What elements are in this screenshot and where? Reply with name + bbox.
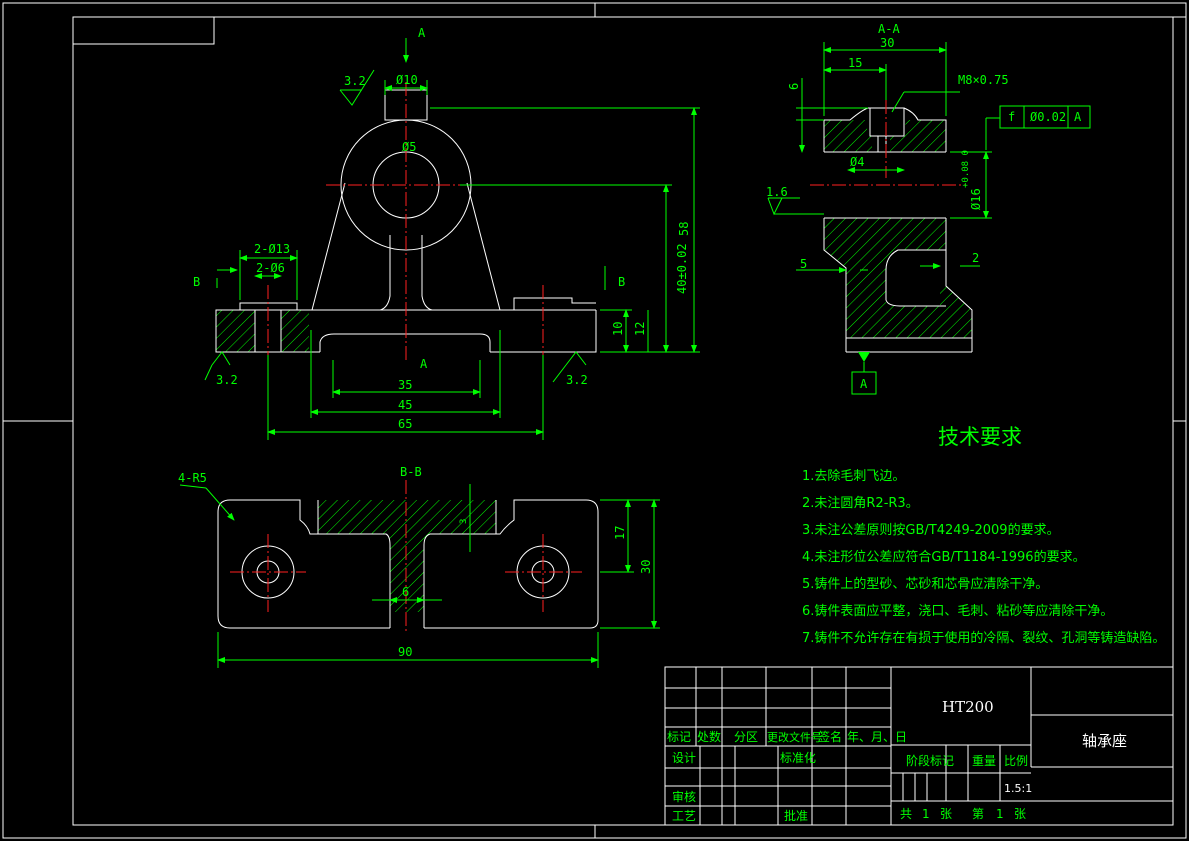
cad-drawing: A A B B 3.2 3.2 3.2 Ø10 Ø5 2-Ø13 2-Ø6 35… [2,2,1187,839]
tech-requirement-6: 6.铸件表面应平整，浇口、毛刺、粘砂等应清除干净。 [802,603,1113,619]
tech-requirements: 技术要求 1.去除毛刺飞边。 2.未注圆角R2-R3。 3.未注公差原则按GB/… [802,425,1165,646]
section-a-tol-symbol: f [1008,110,1015,124]
section-a-dim-15: 15 [848,56,862,70]
section-a-thread: M8×0.75 [958,73,1009,87]
sheet-total: 1 [922,807,930,821]
stage-mark-label: 阶段标记 [906,753,954,768]
front-roughness-top: 3.2 [344,74,366,88]
front-hole-dim-2: 2-Ø6 [256,261,285,275]
sheet-no-prefix: 第 [972,807,984,821]
front-section-mark-bottom: A [420,357,428,371]
section-a-view [767,42,1091,395]
front-dim-65: 65 [398,417,412,431]
section-a-dim-2: 2 [972,251,979,265]
section-a-tol: +0.08 0 [961,150,971,188]
scale-value: 1.5:1 [1004,782,1032,795]
header-count: 处数 [697,729,721,744]
section-b-dim-6: 6 [402,585,409,599]
tech-requirements-title: 技术要求 [938,425,1022,449]
review-label: 审核 [672,789,696,804]
front-dim-35: 35 [398,378,412,392]
section-a-title: A-A [878,22,900,36]
scale-label: 比例 [1004,754,1028,768]
standardize-label: 标准化 [780,751,816,765]
header-sign: 签名 [818,729,842,744]
section-a-roughness: 1.6 [766,185,788,199]
approve-label: 批准 [784,808,808,823]
part-name: 轴承座 [1082,732,1127,750]
front-dim-40: 40±0.02 [675,243,689,294]
section-b-dim-90: 90 [398,645,412,659]
sheet-total-prefix: 共 [900,807,912,821]
section-b-dim-30: 30 [639,560,653,574]
front-dia-top: Ø10 [396,73,418,87]
sheet-no-unit: 张 [1014,807,1026,821]
header-zone: 分区 [734,730,758,744]
header-change-doc: 更改文件号 [767,730,822,744]
front-dim-45: 45 [398,398,412,412]
tech-requirement-3: 3.未注公差原则按GB/T4249-2009的要求。 [802,522,1060,538]
front-view [204,38,700,440]
section-a-dim-5: 5 [800,257,807,271]
section-a-dim-30: 30 [880,36,894,50]
front-dia-bore: Ø5 [402,140,416,154]
front-dim-10: 10 [611,322,625,336]
tech-requirement-2: 2.未注圆角R2-R3。 [802,496,919,511]
section-a-dim-6: 6 [787,83,801,90]
section-b-dim-small: 3 [459,519,469,524]
header-date: 年、月、日 [847,730,907,744]
process-label: 工艺 [672,809,696,823]
title-block-labels: HT200 轴承座 标记 处数 分区 更改文件号 签名 年、月、日 设计 标准化… [667,698,1127,823]
tech-requirement-7: 7.铸件不允许存在有损于使用的冷隔、裂纹、孔洞等铸造缺陷。 [802,630,1165,646]
section-b-title: B-B [400,465,422,479]
front-roughness-left: 3.2 [216,373,238,387]
tech-requirement-1: 1.去除毛刺飞边。 [802,469,905,484]
section-a-dia-4: Ø4 [850,155,864,169]
header-mark: 标记 [667,730,691,744]
front-roughness-right: 3.2 [566,373,588,387]
front-cut-mark-right: B [618,275,625,289]
sheet-unit: 张 [940,807,952,821]
weight-label: 重量 [972,754,996,768]
section-b-view [179,480,660,668]
section-b-dim-17: 17 [613,526,627,540]
front-dim-58: 58 [677,222,691,236]
front-section-mark-top: A [418,26,426,40]
sheet-no: 1 [996,807,1004,821]
section-a-datum-label: A [860,377,868,391]
material: HT200 [942,698,994,716]
front-dim-12: 12 [633,322,647,336]
section-b-radius: 4-R5 [178,471,207,485]
design-label: 设计 [672,751,696,765]
section-a-dia-16: Ø16 [969,188,983,210]
front-hole-dim-1: 2-Ø13 [254,242,290,256]
tech-requirement-5: 5.铸件上的型砂、芯砂和芯骨应清除干净。 [802,576,1048,592]
section-a-tol-datum: A [1074,110,1082,124]
section-a-tol-value: Ø0.02 [1030,110,1066,124]
tech-requirement-4: 4.未注形位公差应符合GB/T1184-1996的要求。 [802,549,1086,565]
front-cut-mark-left: B [193,275,200,289]
